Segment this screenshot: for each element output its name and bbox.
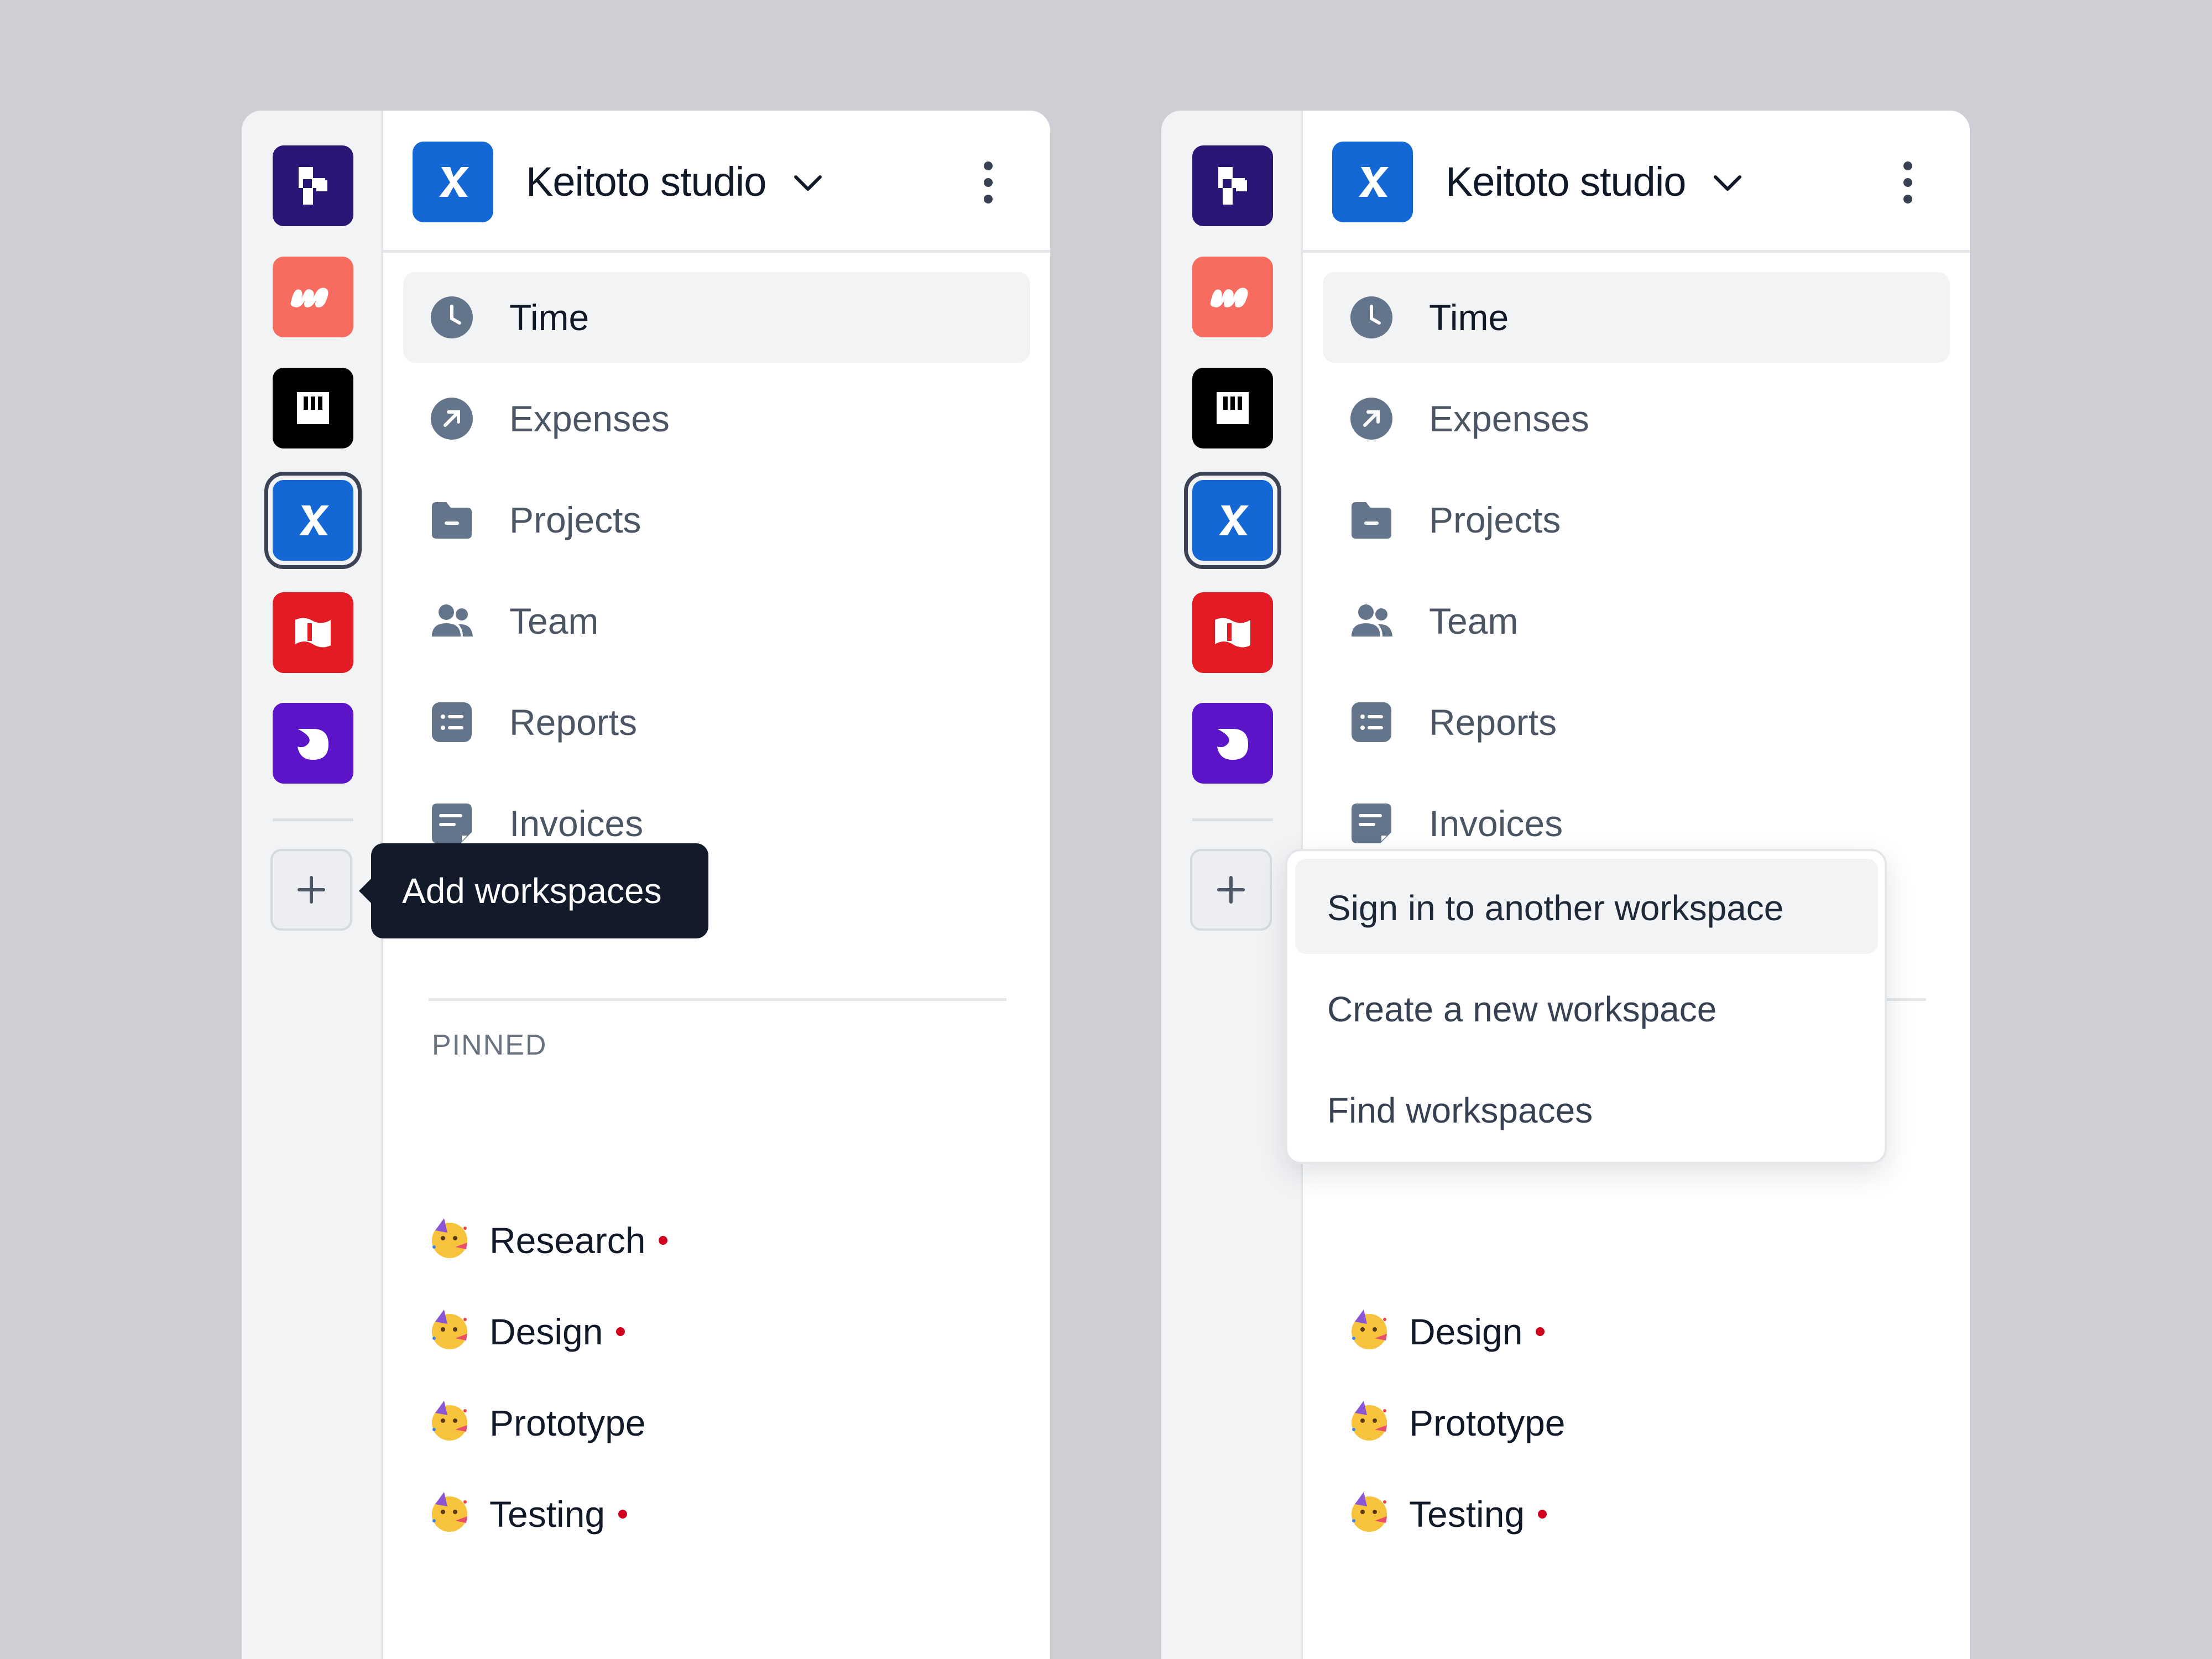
menu-item-find-workspaces[interactable]: Find workspaces xyxy=(1295,1061,1878,1156)
more-options-icon[interactable] xyxy=(1899,161,1916,204)
pinned-heading: PINNED xyxy=(432,1029,547,1061)
nav-item-time[interactable]: Time xyxy=(403,272,1030,363)
rail-divider xyxy=(1192,818,1273,821)
unread-dot xyxy=(618,1509,628,1519)
workspace-keitoto-x-logo-icon[interactable] xyxy=(273,480,353,561)
nav-item-reports[interactable]: Reports xyxy=(403,677,1030,768)
workspace-red-flag-logo-icon[interactable] xyxy=(273,592,353,673)
pinned-item-design[interactable]: Design xyxy=(1347,1300,1845,1366)
pinned-item-testing[interactable]: Testing xyxy=(1347,1482,1845,1548)
plus-icon xyxy=(298,876,325,904)
nav-item-reports[interactable]: Reports xyxy=(1323,677,1950,768)
pinned-item-testing[interactable]: Testing xyxy=(427,1482,925,1548)
menu-item-create-workspace[interactable]: Create a new workspace xyxy=(1295,960,1878,1055)
party-face-icon xyxy=(432,1492,467,1532)
menu-item-label: Sign in to another workspace xyxy=(1327,888,1784,928)
chevron-down-icon[interactable] xyxy=(792,173,823,195)
pinned-label: Design xyxy=(489,1311,603,1352)
nav-item-team[interactable]: Team xyxy=(403,576,1030,666)
users-icon xyxy=(1352,604,1392,637)
workspace-violet-d-logo-icon[interactable] xyxy=(273,703,353,784)
workspace-violet-d-logo-icon[interactable] xyxy=(1192,703,1273,784)
workspace-red-flag-logo-icon[interactable] xyxy=(1192,592,1273,673)
nav-label: Projects xyxy=(1429,499,1561,540)
unread-dot xyxy=(659,1235,668,1245)
workspace-title[interactable]: Keitoto studio xyxy=(1446,158,1686,205)
workspace-coral-w-logo-icon[interactable] xyxy=(273,257,353,337)
workspace-black-w-logo-icon[interactable] xyxy=(1192,368,1273,448)
nav-label: Time xyxy=(1429,297,1509,338)
add-workspaces-tooltip: Add workspaces xyxy=(359,843,708,938)
workspace-coral-w-logo-icon[interactable] xyxy=(1192,257,1273,337)
more-options-icon[interactable] xyxy=(979,161,996,204)
nav-label: Time xyxy=(509,297,589,338)
pinned-label: Prototype xyxy=(1409,1402,1566,1443)
unread-dot xyxy=(616,1327,625,1336)
party-face-icon xyxy=(432,1218,467,1258)
menu-item-label: Create a new workspace xyxy=(1327,989,1717,1029)
menu-item-sign-in-workspace[interactable]: Sign in to another workspace xyxy=(1295,859,1878,954)
nav-label: Expenses xyxy=(509,398,670,439)
list-icon xyxy=(1352,702,1391,742)
nav-item-expenses[interactable]: Expenses xyxy=(1323,373,1950,464)
invoice-icon xyxy=(1352,804,1391,843)
nav-item-time[interactable]: Time xyxy=(1323,272,1950,363)
nav-label: Reports xyxy=(1429,702,1557,743)
plus-icon xyxy=(1217,876,1245,904)
menu-item-label: Find workspaces xyxy=(1327,1091,1593,1130)
nav-label: Expenses xyxy=(1429,398,1589,439)
folder-icon xyxy=(432,502,472,539)
invoice-icon xyxy=(432,804,472,843)
unread-dot xyxy=(1536,1327,1545,1336)
add-workspace-menu: Sign in to another workspace Create a ne… xyxy=(1285,849,1887,1164)
party-face-icon xyxy=(432,1310,467,1349)
pinned-item-research[interactable]: Research xyxy=(427,1208,925,1275)
chevron-down-icon[interactable] xyxy=(1712,173,1743,195)
nav-item-team[interactable]: Team xyxy=(1323,576,1950,666)
pinned-label: Prototype xyxy=(489,1402,646,1443)
pinned-item-design[interactable]: Design xyxy=(427,1300,925,1366)
keitoto-logo-icon xyxy=(413,142,493,222)
nav-item-projects[interactable]: Projects xyxy=(1323,474,1950,565)
workspace-purple-arrow-logo-icon[interactable] xyxy=(273,145,353,226)
nav-label: Team xyxy=(1429,601,1519,641)
pinned-label: Testing xyxy=(489,1494,606,1535)
nav-item-expenses[interactable]: Expenses xyxy=(403,373,1030,464)
nav-label: Reports xyxy=(509,702,638,743)
nav-item-projects[interactable]: Projects xyxy=(403,474,1030,565)
keitoto-logo-icon xyxy=(1332,142,1413,222)
arrow-up-right-circle-icon xyxy=(1350,398,1392,440)
workspace-black-w-logo-icon[interactable] xyxy=(273,368,353,448)
pinned-label: Design xyxy=(1409,1311,1523,1352)
clock-icon xyxy=(431,296,473,338)
nav-label: Invoices xyxy=(1429,803,1563,844)
nav-label: Projects xyxy=(509,499,641,540)
pinned-label: Research xyxy=(489,1220,646,1261)
rail-divider xyxy=(273,818,353,821)
workspace-title[interactable]: Keitoto studio xyxy=(526,158,766,205)
add-workspace-button[interactable] xyxy=(270,849,352,931)
arrow-up-right-circle-icon xyxy=(431,398,473,440)
party-face-icon xyxy=(1352,1310,1387,1349)
add-workspace-button[interactable] xyxy=(1190,849,1272,931)
workspace-purple-arrow-logo-icon[interactable] xyxy=(1192,145,1273,226)
pinned-item-prototype[interactable]: Prototype xyxy=(1347,1391,1845,1457)
party-face-icon xyxy=(432,1401,467,1441)
pinned-label: Testing xyxy=(1409,1494,1525,1535)
nav-label: Invoices xyxy=(509,803,644,844)
party-face-icon xyxy=(1352,1401,1387,1441)
clock-icon xyxy=(1350,296,1392,338)
workspace-header: Keitoto studio xyxy=(1303,111,1970,253)
unread-dot xyxy=(1538,1509,1547,1519)
pinned-item-prototype[interactable]: Prototype xyxy=(427,1391,925,1457)
workspace-header: Keitoto studio xyxy=(383,111,1050,253)
users-icon xyxy=(432,604,473,637)
folder-icon xyxy=(1352,502,1391,539)
section-divider xyxy=(429,998,1006,1001)
party-face-icon xyxy=(1352,1492,1387,1532)
workspace-rail xyxy=(1161,111,1303,1659)
list-icon xyxy=(432,702,472,742)
nav-label: Team xyxy=(509,601,599,641)
workspace-keitoto-x-logo-icon[interactable] xyxy=(1192,480,1273,561)
